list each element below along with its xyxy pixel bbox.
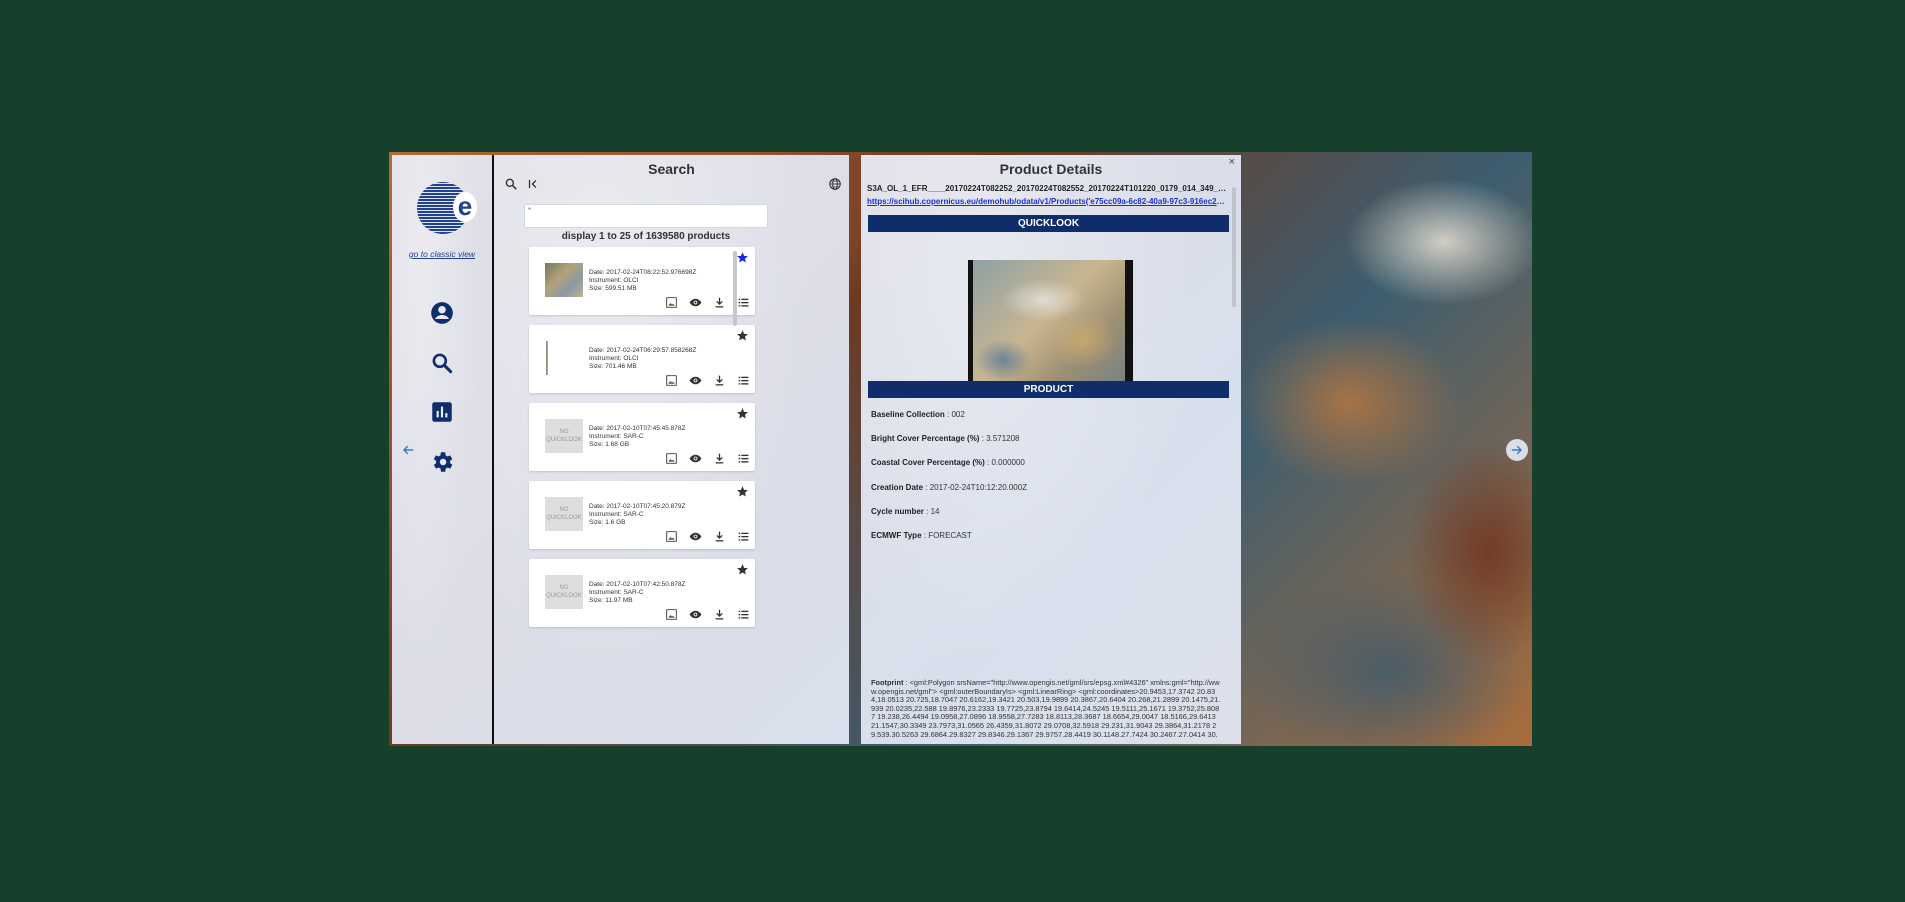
result-card[interactable]: Date: 2017-02-24T08:22:52.976698Z Instru… <box>529 247 755 315</box>
search-icon[interactable] <box>504 177 518 191</box>
search-panel: Search * display 1 to 25 of 1639580 prod… <box>494 155 849 744</box>
result-date: Date: 2017-02-24T08:22:52.976698Z <box>589 269 697 276</box>
search-icon[interactable] <box>429 350 455 376</box>
download-icon[interactable] <box>713 374 726 387</box>
result-meta: Date: 2017-02-24T08:22:52.976698Z Instru… <box>589 269 696 293</box>
no-quicklook-placeholder: NO QUICKLOOK <box>545 575 583 609</box>
attribute-value: 0.000000 <box>991 458 1025 467</box>
result-instrument: Instrument: SAR-C <box>589 433 644 440</box>
quicklook-icon[interactable] <box>665 374 678 387</box>
result-size: Size: 701.46 MB <box>589 363 637 370</box>
product-name: S3A_OL_1_EFR____20170224T082252_20170224… <box>867 184 1229 193</box>
left-navigation: e go to classic view <box>392 155 494 744</box>
quicklook-icon[interactable] <box>665 530 678 543</box>
result-instrument: Instrument: OLCI <box>589 355 639 362</box>
result-size: Size: 1.6 GB <box>589 519 626 526</box>
product-details-panel: Product Details × S3A_OL_1_EFR____201702… <box>861 155 1241 744</box>
result-date: Date: 2017-02-10T07:45:45.878Z <box>589 425 686 432</box>
statistics-icon[interactable] <box>429 399 455 425</box>
quicklook-icon[interactable] <box>665 452 678 465</box>
result-size: Size: 599.51 MB <box>589 285 637 292</box>
attribute-key: Bright Cover Percentage (%) <box>871 434 980 443</box>
settings-icon[interactable] <box>429 449 455 475</box>
close-button[interactable]: × <box>1229 156 1235 168</box>
attribute-key: Creation Date <box>871 483 924 492</box>
attribute-value: 2017-02-24T10:12:20.000Z <box>929 483 1028 492</box>
attribute-row: Creation Date : 2017-02-24T10:12:20.000Z <box>871 483 1028 492</box>
collapse-left-arrow-icon[interactable] <box>401 443 415 457</box>
results-scrollbar[interactable] <box>732 243 739 743</box>
results-list: Date: 2017-02-24T08:22:52.976698Z Instru… <box>524 243 762 743</box>
search-panel-title: Search <box>648 161 695 177</box>
view-icon[interactable] <box>689 452 702 465</box>
next-arrow-icon[interactable] <box>1506 439 1528 461</box>
attribute-row: ECMWF Type : FORECAST <box>871 531 972 540</box>
product-section-header[interactable]: PRODUCT <box>868 381 1229 398</box>
attribute-key: Coastal Cover Percentage (%) <box>871 458 985 467</box>
esa-logo: e <box>417 182 477 234</box>
result-instrument: Instrument: OLCI <box>589 277 639 284</box>
attribute-row: Bright Cover Percentage (%) : 3.571208 <box>871 434 1020 443</box>
classic-view-link[interactable]: go to classic view <box>392 249 492 259</box>
results-count: display 1 to 25 of 1639580 products <box>561 231 731 242</box>
footprint-value: <gml:Polygon srsName="http://www.opengis… <box>871 679 1221 737</box>
view-icon[interactable] <box>689 608 702 621</box>
download-icon[interactable] <box>713 608 726 621</box>
result-instrument: Instrument: SAR-C <box>589 589 644 596</box>
app-frame: e go to classic view Search * display 1 … <box>389 152 1532 746</box>
details-scrollbar-thumb[interactable] <box>1232 187 1236 307</box>
attribute-key: Baseline Collection <box>871 410 945 419</box>
attribute-row: Cycle number : 14 <box>871 507 940 516</box>
result-card[interactable]: NO QUICKLOOK Date: 2017-02-10T07:42:50.8… <box>529 559 755 627</box>
attribute-value: 3.571208 <box>986 434 1020 443</box>
download-icon[interactable] <box>713 452 726 465</box>
footprint-attribute: Footprint : <gml:Polygon srsName="http:/… <box>871 679 1221 737</box>
quicklook-icon[interactable] <box>665 296 678 309</box>
quicklook-section-header[interactable]: QUICKLOOK <box>868 215 1229 232</box>
details-panel-title: Product Details <box>999 161 1103 177</box>
details-scrollbar[interactable] <box>1231 181 1237 741</box>
result-date: Date: 2017-02-24T06:29:57.858268Z <box>589 347 697 354</box>
result-card[interactable]: NO QUICKLOOK Date: 2017-02-10T07:45:45.8… <box>529 403 755 471</box>
attribute-key: Cycle number <box>871 507 924 516</box>
result-thumbnail <box>545 263 583 297</box>
no-quicklook-placeholder: NO QUICKLOOK <box>545 419 583 453</box>
first-page-icon[interactable] <box>526 177 540 191</box>
result-card[interactable]: NO QUICKLOOK Date: 2017-02-10T07:45:20.8… <box>529 481 755 549</box>
result-thumbnail <box>545 341 583 375</box>
result-size: Size: 11.97 MB <box>589 597 633 604</box>
no-quicklook-placeholder: NO QUICKLOOK <box>545 497 583 531</box>
result-size: Size: 1.68 GB <box>589 441 630 448</box>
globe-icon[interactable] <box>828 177 842 191</box>
attribute-key: ECMWF Type <box>871 531 922 540</box>
view-icon[interactable] <box>689 296 702 309</box>
results-scrollbar-thumb[interactable] <box>733 251 737 326</box>
account-icon[interactable] <box>429 300 455 326</box>
result-meta: Date: 2017-02-10T07:42:50.878Z Instrumen… <box>589 581 685 605</box>
attribute-value: FORECAST <box>928 531 972 540</box>
result-meta: Date: 2017-02-24T06:29:57.858268Z Instru… <box>589 347 696 371</box>
result-date: Date: 2017-02-10T07:45:20.879Z <box>589 503 686 510</box>
result-date: Date: 2017-02-10T07:42:50.878Z <box>589 581 686 588</box>
quicklook-image <box>968 260 1133 398</box>
view-icon[interactable] <box>689 530 702 543</box>
attribute-value: 002 <box>951 410 965 419</box>
result-meta: Date: 2017-02-10T07:45:45.878Z Instrumen… <box>589 425 685 449</box>
attribute-row: Coastal Cover Percentage (%) : 0.000000 <box>871 458 1025 467</box>
logo-letter: e <box>453 192 477 222</box>
product-download-link[interactable]: https://scihub.copernicus.eu/demohub/oda… <box>867 197 1229 206</box>
attribute-row: Baseline Collection : 002 <box>871 410 965 419</box>
search-query-input[interactable]: * <box>524 204 768 228</box>
view-icon[interactable] <box>689 374 702 387</box>
download-icon[interactable] <box>713 296 726 309</box>
quicklook-icon[interactable] <box>665 608 678 621</box>
attribute-value: 14 <box>930 507 940 516</box>
download-icon[interactable] <box>713 530 726 543</box>
quicklook-image-content <box>973 260 1125 398</box>
result-card[interactable]: Date: 2017-02-24T06:29:57.858268Z Instru… <box>529 325 755 393</box>
result-meta: Date: 2017-02-10T07:45:20.879Z Instrumen… <box>589 503 685 527</box>
result-instrument: Instrument: SAR-C <box>589 511 644 518</box>
